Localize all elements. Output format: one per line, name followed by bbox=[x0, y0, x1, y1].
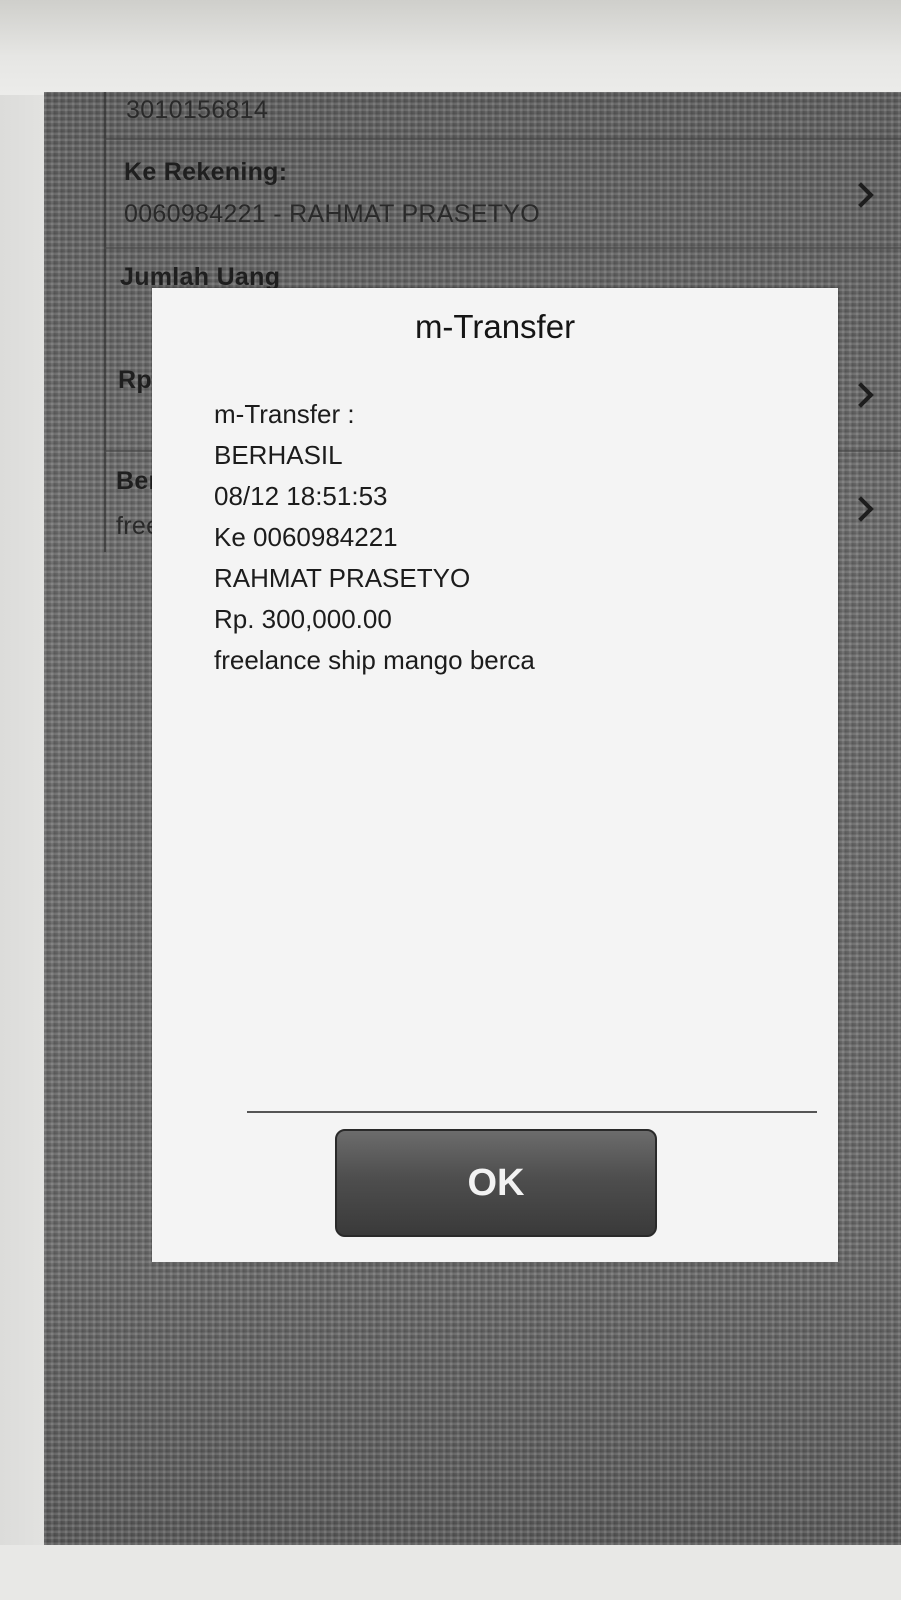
message-line-header: m-Transfer : bbox=[214, 399, 355, 429]
paper-margin-bottom bbox=[0, 1545, 901, 1600]
message-line-datetime: 08/12 18:51:53 bbox=[214, 481, 388, 511]
message-line-status: BERHASIL bbox=[214, 440, 343, 470]
transfer-result-dialog: m-Transfer m-Transfer : BERHASIL 08/12 1… bbox=[152, 288, 838, 1262]
dialog-message: m-Transfer : BERHASIL 08/12 18:51:53 Ke … bbox=[214, 394, 814, 681]
to-account-value[interactable]: 0060984221 - RAHMAT PRASETYO bbox=[124, 200, 540, 229]
paper-margin-left bbox=[0, 95, 44, 1545]
paper-margin-top bbox=[0, 0, 901, 95]
message-line-note: freelance ship mango berca bbox=[214, 645, 535, 675]
message-line-destination-account: Ke 0060984221 bbox=[214, 522, 398, 552]
form-divider bbox=[106, 247, 901, 249]
message-line-recipient-name: RAHMAT PRASETYO bbox=[214, 563, 471, 593]
form-left-border bbox=[104, 92, 106, 552]
form-divider bbox=[106, 138, 901, 140]
amount-currency-prefix[interactable]: Rp bbox=[118, 366, 152, 395]
to-account-label: Ke Rekening: bbox=[124, 158, 288, 186]
ok-button[interactable]: OK bbox=[335, 1129, 657, 1237]
dialog-divider bbox=[247, 1111, 817, 1113]
from-account-value: 3010156814 bbox=[126, 96, 269, 124]
message-line-amount: Rp. 300,000.00 bbox=[214, 604, 392, 634]
dialog-title: m-Transfer bbox=[414, 308, 576, 345]
